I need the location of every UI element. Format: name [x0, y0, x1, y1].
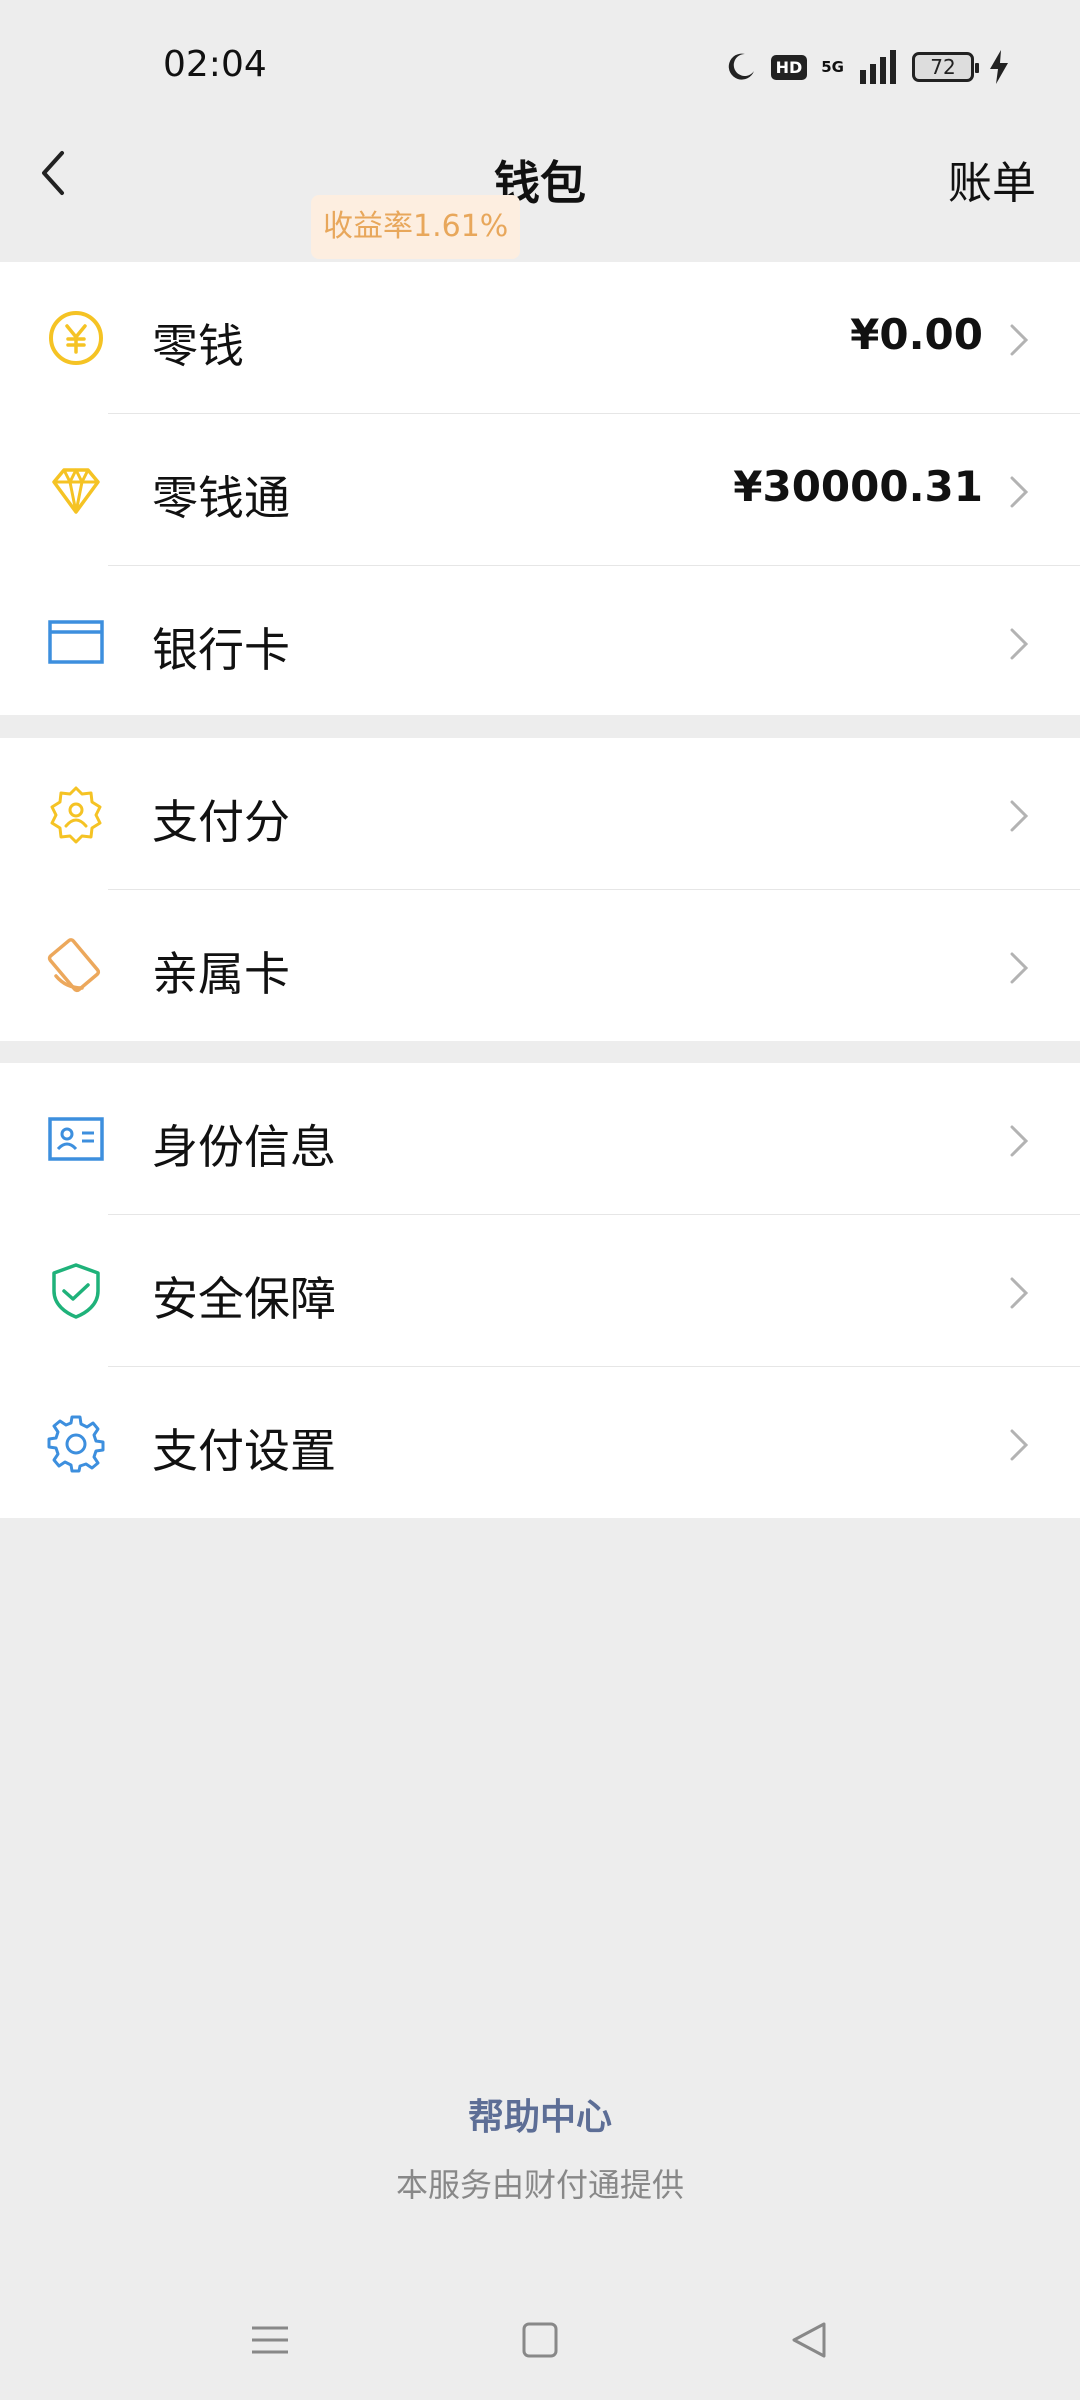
battery-icon: 72: [912, 52, 979, 82]
chevron-right-icon: [1010, 324, 1029, 356]
menu-icon[interactable]: [240, 2310, 300, 2370]
chevron-right-icon: [1010, 1429, 1029, 1461]
bank-card-icon: [48, 620, 104, 664]
list-item-label: 亲属卡: [152, 947, 290, 1001]
provider-text: 本服务由财付通提供: [395, 2166, 684, 2204]
list-item-label: 银行卡: [152, 623, 290, 677]
list-item-change[interactable]: 零钱 ¥0.00: [0, 262, 1080, 414]
list-item-family-card[interactable]: 亲属卡: [0, 890, 1080, 1042]
status-bar: 02:04 HD 5G 72: [0, 0, 1080, 140]
network-type-label: 5G: [821, 58, 844, 76]
moon-icon: [728, 53, 754, 80]
yuan-coin-icon: [49, 311, 103, 365]
status-icons: HD 5G 72: [725, 42, 1010, 92]
list-item-label: 支付设置: [152, 1424, 336, 1478]
list-item-label: 零钱: [152, 319, 244, 373]
diamond-icon: [52, 468, 100, 514]
system-nav-bar: [0, 2290, 1080, 2400]
wallet-group-settings: 身份信息 安全保障 支付设置: [0, 1063, 1080, 1518]
yield-rate-badge: 收益率1.61%: [311, 195, 521, 259]
charging-icon: [990, 50, 1008, 84]
back-triangle-icon[interactable]: [780, 2310, 840, 2370]
signal-icon: [860, 50, 896, 84]
list-item-payment-settings[interactable]: 支付设置: [0, 1367, 1080, 1519]
list-item-pay-score[interactable]: 支付分: [0, 738, 1080, 890]
chevron-right-icon: [1010, 476, 1029, 508]
nav-bar: 钱包 账单: [0, 125, 1080, 225]
credit-score-icon: [50, 786, 102, 844]
list-item-lingqiantong[interactable]: 零钱通 ¥30000.31: [0, 414, 1080, 566]
list-item-identity[interactable]: 身份信息: [0, 1063, 1080, 1215]
chevron-right-icon: [1010, 628, 1029, 660]
list-item-security[interactable]: 安全保障: [0, 1215, 1080, 1367]
chevron-right-icon: [1010, 1277, 1029, 1309]
wallet-group-balance: 零钱 ¥0.00 零钱通 ¥30000.31 银行卡: [0, 262, 1080, 715]
page-title: 钱包: [494, 156, 586, 210]
id-card-icon: [48, 1117, 104, 1161]
status-time: 02:04: [163, 44, 267, 85]
balance-value: ¥0.00: [850, 310, 983, 359]
help-center-link[interactable]: 帮助中心: [0, 2088, 1080, 2140]
list-item-label: 支付分: [152, 795, 290, 849]
list-item-label: 零钱通: [152, 471, 290, 525]
wallet-group-services: 支付分 亲属卡: [0, 738, 1080, 1041]
list-item-label: 身份信息: [152, 1120, 336, 1174]
list-item-bank-card[interactable]: 银行卡: [0, 566, 1080, 718]
lingqiantong-value: ¥30000.31: [733, 462, 983, 511]
list-item-label: 安全保障: [152, 1272, 336, 1326]
bill-button[interactable]: 账单: [948, 147, 1036, 211]
family-card-icon: [47, 938, 101, 993]
chevron-right-icon: [1010, 952, 1029, 984]
hd-icon: HD: [770, 54, 808, 80]
home-icon[interactable]: [510, 2310, 570, 2370]
gear-icon: [47, 1415, 105, 1473]
chevron-right-icon: [1010, 1125, 1029, 1157]
shield-check-icon: [52, 1263, 100, 1319]
chevron-right-icon: [1010, 800, 1029, 832]
